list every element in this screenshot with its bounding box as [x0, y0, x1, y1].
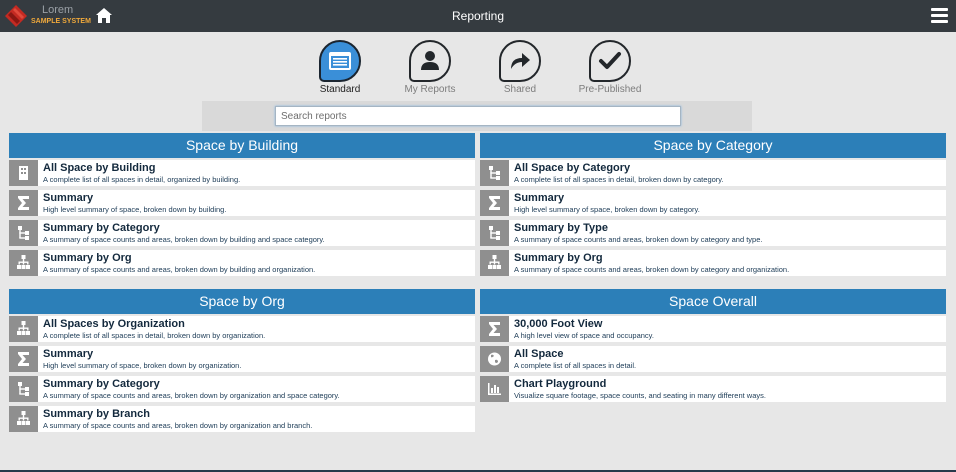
report-item[interactable]: All Space A complete list of all spaces …: [480, 346, 946, 372]
report-item[interactable]: Summary by Org A summary of space counts…: [480, 250, 946, 276]
report-title: 30,000 Foot View: [514, 318, 603, 330]
tree-branch-icon: [18, 382, 29, 396]
report-item[interactable]: All Spaces by Organization A complete li…: [9, 316, 475, 342]
panel-space-by-org: Space by Org All Spaces by Organization …: [9, 289, 475, 432]
report-title: All Space by Building: [43, 162, 156, 174]
hamburger-menu-icon: [931, 8, 948, 11]
tab-shared-label: Shared: [503, 84, 537, 95]
report-title: Summary by Type: [514, 222, 608, 234]
tab-pre-published[interactable]: Pre-Published: [570, 40, 650, 95]
panel-space-by-category: Space by Category All Space by Category …: [480, 133, 946, 276]
org-chart-icon: [17, 411, 30, 425]
report-title: Summary by Org: [514, 252, 603, 264]
tab-my-reports-label: My Reports: [404, 84, 456, 95]
report-description: High level summary of space, broken down…: [43, 205, 227, 214]
panel-header: Space by Org: [9, 289, 475, 314]
report-title: All Space by Category: [514, 162, 631, 174]
report-description: A summary of space counts and areas, bro…: [43, 235, 325, 244]
report-title: Chart Playground: [514, 378, 607, 390]
report-description: A summary of space counts and areas, bro…: [43, 421, 313, 430]
page-title: Reporting: [451, 9, 505, 23]
panel-header: Space by Building: [9, 133, 475, 158]
sigma-icon: [489, 196, 500, 210]
report-item[interactable]: Chart Playground Visualize square footag…: [480, 376, 946, 402]
panel-space-overall: Space Overall 30,000 Foot View A high le…: [480, 289, 946, 402]
report-description: Visualize square footage, space counts, …: [514, 391, 766, 400]
bar-chart-icon: [488, 383, 501, 395]
tab-standard-label: Standard: [319, 84, 361, 95]
report-description: High level summary of space, broken down…: [514, 205, 700, 214]
checkmark-icon: [599, 52, 621, 69]
report-description: A high level view of space and occupancy…: [514, 331, 654, 340]
report-description: A complete list of all spaces in detail.: [514, 361, 637, 370]
tree-branch-icon: [18, 226, 29, 240]
share-arrow-icon: [511, 53, 530, 69]
report-title: All Spaces by Organization: [43, 318, 185, 330]
report-description: A complete list of all spaces in detail,…: [43, 175, 241, 184]
hamburger-menu-button[interactable]: [931, 8, 948, 23]
sigma-icon: [489, 322, 500, 336]
tab-my-reports[interactable]: My Reports: [390, 40, 470, 95]
report-description: A summary of space counts and areas, bro…: [43, 391, 340, 400]
report-title: Summary: [43, 348, 94, 360]
report-item[interactable]: 30,000 Foot View A high level view of sp…: [480, 316, 946, 342]
panel-header: Space Overall: [480, 289, 946, 314]
report-item[interactable]: All Space by Category A complete list of…: [480, 160, 946, 186]
list-window-icon: [329, 52, 351, 70]
report-title: All Space: [514, 348, 564, 360]
report-description: A summary of space counts and areas, bro…: [514, 235, 763, 244]
report-item[interactable]: Summary by Category A summary of space c…: [9, 376, 475, 402]
org-chart-icon: [17, 255, 30, 269]
report-item[interactable]: Summary by Branch A summary of space cou…: [9, 406, 475, 432]
report-description: A complete list of all spaces in detail,…: [514, 175, 724, 184]
globe-icon: [488, 352, 501, 366]
report-description: A complete list of all spaces in detail,…: [43, 331, 266, 340]
tab-standard[interactable]: Standard: [300, 40, 380, 95]
panel-space-by-building: Space by Building All Space by Building …: [9, 133, 475, 276]
report-title: Summary by Category: [43, 378, 160, 390]
report-item[interactable]: Summary by Category A summary of space c…: [9, 220, 475, 246]
tree-branch-icon: [489, 226, 500, 240]
report-title: Summary by Org: [43, 252, 132, 264]
report-title: Summary by Branch: [43, 408, 150, 420]
org-chart-icon: [488, 255, 501, 269]
search-input[interactable]: [275, 106, 681, 126]
report-item[interactable]: Summary High level summary of space, bro…: [480, 190, 946, 216]
panel-header: Space by Category: [480, 133, 946, 158]
report-title: Summary by Category: [43, 222, 160, 234]
tree-branch-icon: [489, 166, 500, 180]
report-description: High level summary of space, broken down…: [43, 361, 242, 370]
top-bar: Lorem SAMPLE SYSTEM Reporting: [0, 0, 956, 32]
sigma-icon: [18, 196, 29, 210]
report-title: Summary: [514, 192, 565, 204]
report-description: A summary of space counts and areas, bro…: [43, 265, 316, 274]
person-icon: [421, 51, 439, 70]
report-description: A summary of space counts and areas, bro…: [514, 265, 790, 274]
report-item[interactable]: Summary High level summary of space, bro…: [9, 190, 475, 216]
tab-shared[interactable]: Shared: [480, 40, 560, 95]
tab-pre-published-label: Pre-Published: [578, 84, 642, 95]
report-title: Summary: [43, 192, 94, 204]
sigma-icon: [18, 352, 29, 366]
report-item[interactable]: All Space by Building A complete list of…: [9, 160, 475, 186]
org-chart-icon: [17, 321, 30, 335]
report-item[interactable]: Summary by Type A summary of space count…: [480, 220, 946, 246]
report-item[interactable]: Summary by Org A summary of space counts…: [9, 250, 475, 276]
report-item[interactable]: Summary High level summary of space, bro…: [9, 346, 475, 372]
building-icon: [19, 166, 28, 180]
